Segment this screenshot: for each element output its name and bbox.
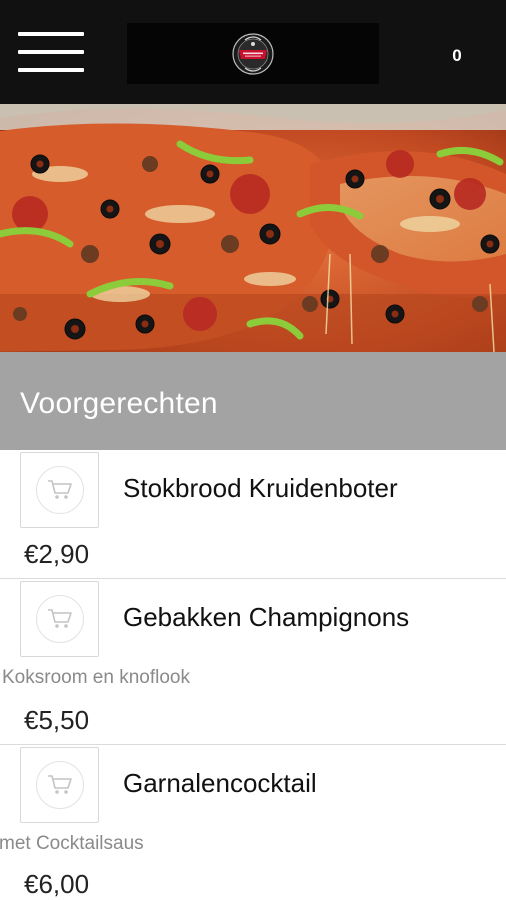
hero-pizza-image bbox=[0, 104, 506, 352]
product-price: €5,50 bbox=[24, 705, 90, 735]
product-item: Garnalencocktail met Cocktailsaus €6,00 bbox=[0, 745, 506, 900]
shopping-cart-icon bbox=[35, 466, 84, 514]
product-item: Stokbrood Kruidenboter €2,90 bbox=[0, 450, 506, 579]
product-description: met Cocktailsaus bbox=[0, 833, 144, 854]
product-price: €6,00 bbox=[24, 869, 90, 899]
category-header: Voorgerechten bbox=[0, 352, 506, 450]
add-to-cart-button[interactable] bbox=[20, 452, 99, 528]
logo[interactable] bbox=[127, 23, 379, 84]
product-name: Garnalencocktail bbox=[123, 768, 317, 798]
product-name: Gebakken Champignons bbox=[123, 602, 410, 632]
category-title: Voorgerechten bbox=[20, 387, 218, 420]
cart-count-badge[interactable]: 0 bbox=[444, 46, 470, 66]
add-to-cart-button[interactable] bbox=[20, 581, 99, 657]
product-item: Gebakken Champignons Koksroom en knofloo… bbox=[0, 579, 506, 745]
product-description: Koksroom en knoflook bbox=[2, 667, 190, 688]
product-list: Stokbrood Kruidenboter €2,90 Gebakken Ch… bbox=[0, 450, 506, 900]
shopping-cart-icon bbox=[35, 595, 84, 643]
product-name: Stokbrood Kruidenboter bbox=[123, 473, 398, 503]
add-to-cart-button[interactable] bbox=[20, 747, 99, 823]
hamburger-menu-icon[interactable] bbox=[18, 32, 84, 72]
shopping-cart-icon bbox=[35, 761, 84, 809]
top-bar: 0 bbox=[0, 0, 506, 104]
pizzeria-logo-badge bbox=[232, 32, 274, 75]
product-price: €2,90 bbox=[24, 539, 90, 569]
